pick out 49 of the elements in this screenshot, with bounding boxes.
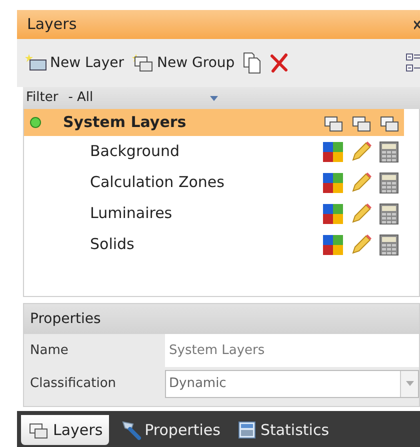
tree-row[interactable]: Calculation Zones (24, 167, 404, 198)
tree-row[interactable]: System Layers (24, 109, 404, 136)
collapse-all-icon[interactable] (406, 52, 420, 74)
pencil-icon (350, 202, 372, 224)
panel-tab[interactable]: Layers (21, 415, 109, 445)
calculator-icon (379, 234, 399, 256)
filter-label: Filter (26, 89, 58, 108)
tools-icon (120, 420, 141, 440)
property-label: Classification (29, 374, 118, 393)
tree-row[interactable]: Solids (24, 229, 404, 260)
layers-icon (322, 114, 344, 132)
filter-dropdown[interactable]: - All (68, 88, 218, 108)
tree-item-label: Background (90, 141, 180, 162)
copy-icon (242, 52, 261, 74)
delete-icon (268, 53, 289, 73)
color-grid-icon (323, 142, 343, 162)
color-grid-icon (323, 172, 343, 192)
color-grid-icon (323, 234, 343, 254)
caret-icon (210, 96, 218, 100)
color-grid-icon (323, 204, 343, 224)
calculator-icon (379, 172, 399, 194)
caret-icon (406, 381, 414, 386)
tree-item-label: Solids (90, 234, 136, 256)
tree-row[interactable]: Luminaires (24, 198, 404, 229)
property-label: Name (29, 342, 70, 360)
classification-dropdown[interactable]: Dynamic (165, 370, 419, 398)
tree-item-label: Luminaires (90, 203, 174, 224)
calculator-icon (379, 202, 399, 224)
new-layer-icon (25, 54, 47, 72)
layers-icon (350, 114, 372, 132)
name-field[interactable]: System Layers (165, 334, 419, 367)
calculator-icon (238, 421, 256, 439)
close-icon[interactable] (414, 18, 420, 30)
pencil-icon (350, 140, 372, 162)
calculator-icon (379, 140, 399, 162)
window-title: Layers (27, 14, 77, 36)
tree-item-label: System Layers (63, 112, 188, 134)
panel-tab[interactable]: Statistics (232, 415, 336, 445)
section-title: Properties (30, 310, 101, 328)
panel-tab[interactable]: Properties (114, 415, 226, 445)
layers-icon (27, 421, 49, 439)
tree-item-label: Calculation Zones (90, 172, 226, 194)
layers-icon (378, 114, 400, 132)
new-group-button[interactable]: New Group (130, 48, 237, 78)
tree-row[interactable]: Background (24, 136, 404, 167)
new-group-icon (132, 54, 154, 72)
pencil-icon (350, 172, 372, 194)
new-layer-button[interactable]: New Layer (23, 48, 126, 78)
pencil-icon (350, 234, 372, 256)
